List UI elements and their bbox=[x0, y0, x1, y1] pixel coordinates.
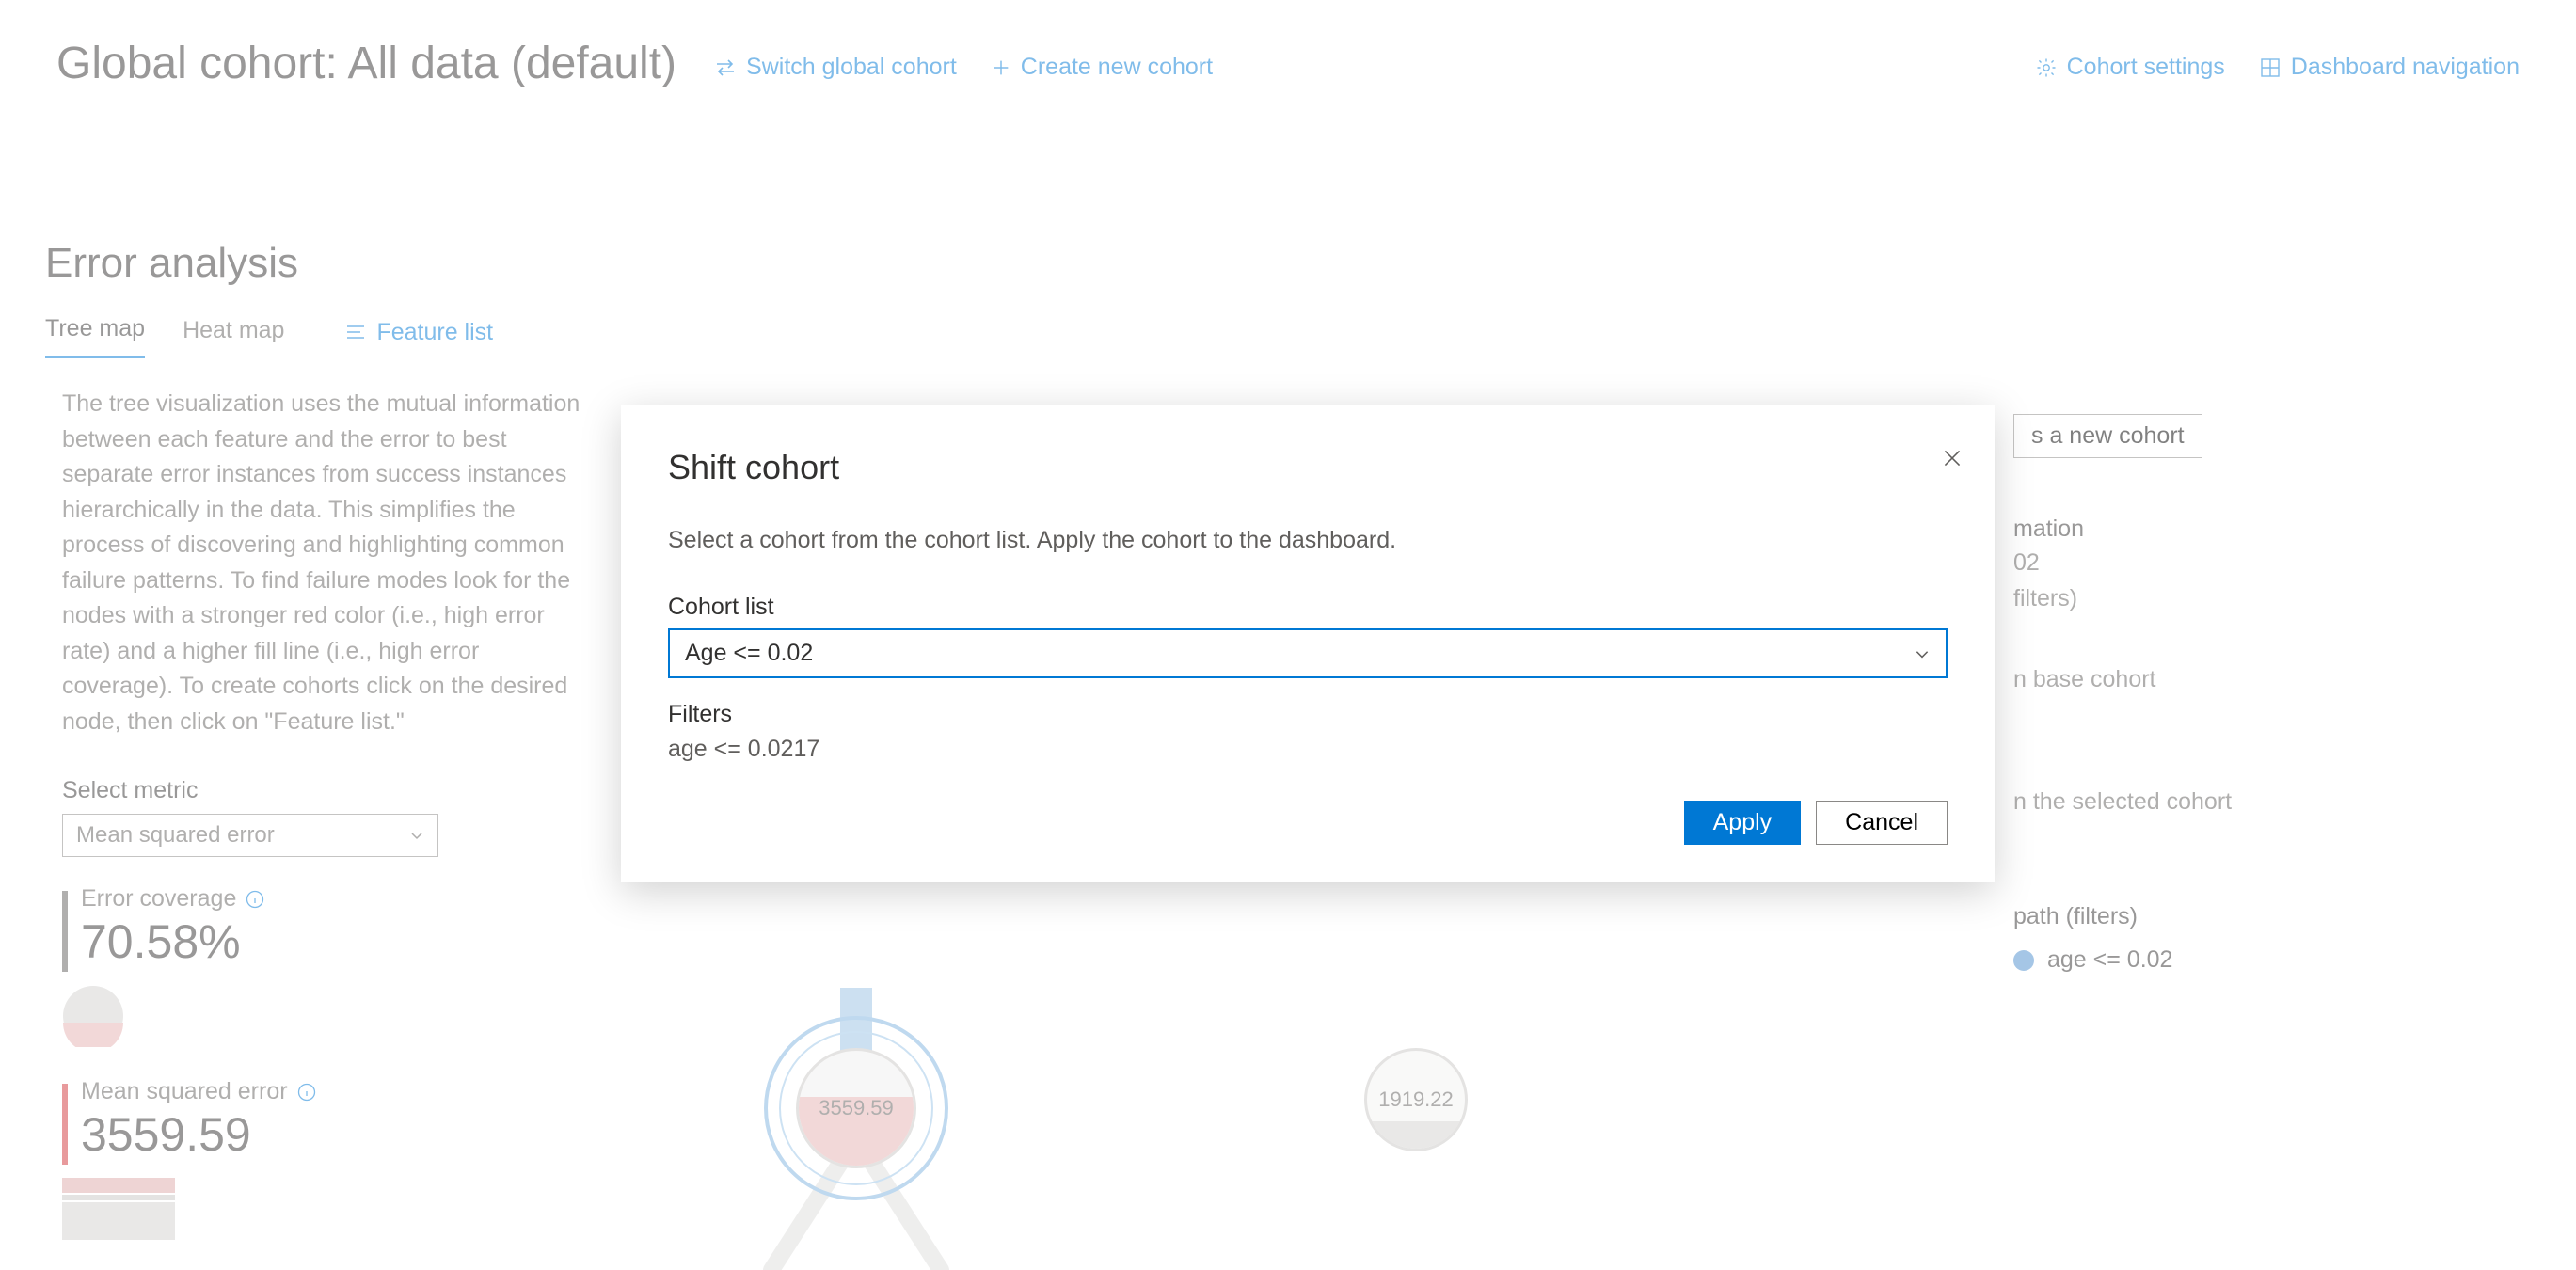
modal-title: Shift cohort bbox=[668, 448, 1948, 487]
cancel-button[interactable]: Cancel bbox=[1816, 801, 1948, 845]
cohort-list-value: Age <= 0.02 bbox=[685, 640, 813, 667]
apply-button[interactable]: Apply bbox=[1684, 801, 1802, 845]
modal-close-button[interactable] bbox=[1940, 446, 1964, 473]
close-icon bbox=[1940, 446, 1964, 470]
cohort-list-select[interactable]: Age <= 0.02 bbox=[668, 628, 1948, 678]
filters-label: Filters bbox=[668, 701, 1948, 728]
chevron-down-icon bbox=[1914, 645, 1931, 662]
modal-actions: Apply Cancel bbox=[668, 801, 1948, 845]
modal-description: Select a cohort from the cohort list. Ap… bbox=[668, 527, 1948, 554]
shift-cohort-modal: Shift cohort Select a cohort from the co… bbox=[621, 405, 1995, 882]
cohort-list-label: Cohort list bbox=[668, 594, 1948, 621]
filters-value: age <= 0.0217 bbox=[668, 736, 1948, 763]
